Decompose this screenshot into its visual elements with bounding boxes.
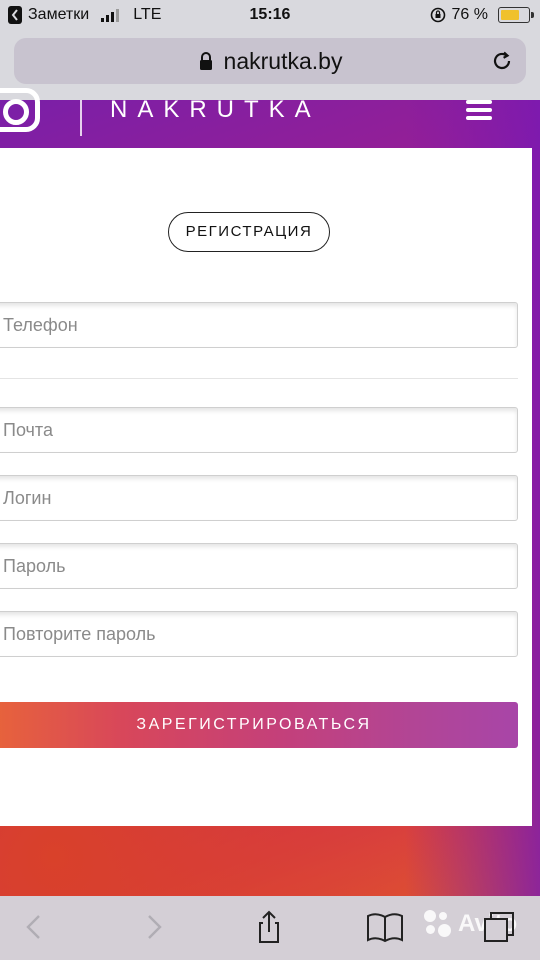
login-field[interactable] [0, 475, 518, 521]
bookmarks-icon[interactable] [366, 910, 404, 944]
password-repeat-field[interactable] [0, 611, 518, 657]
hamburger-menu-icon[interactable] [466, 100, 492, 120]
instagram-logo-icon[interactable] [0, 88, 40, 132]
share-icon[interactable] [252, 910, 286, 944]
tabs-icon[interactable] [482, 910, 516, 944]
back-arrow-icon[interactable] [18, 910, 52, 944]
url-text: nakrutka.by [223, 47, 343, 74]
header-divider [80, 100, 82, 136]
reload-icon[interactable] [490, 49, 514, 73]
registration-card: РЕГИСТРАЦИЯ ЗАРЕГИСТРИРОВАТЬСЯ [0, 148, 532, 826]
site-header: NAKRUTKA [0, 88, 540, 148]
registration-title: РЕГИСТРАЦИЯ [168, 212, 330, 252]
avito-logo-icon [424, 910, 452, 938]
password-field[interactable] [0, 543, 518, 589]
forward-arrow-icon[interactable] [136, 910, 170, 944]
padlock-icon [199, 52, 212, 70]
email-field[interactable] [0, 407, 518, 453]
battery-percent: 76 % [451, 6, 488, 23]
phone-field[interactable] [0, 302, 518, 348]
register-button[interactable]: ЗАРЕГИСТРИРОВАТЬСЯ [0, 702, 518, 748]
browser-toolbar: Avito [0, 896, 540, 960]
status-bar: Заметки LTE 15:16 76 % [0, 0, 540, 32]
divider [0, 378, 518, 379]
address-bar[interactable]: nakrutka.by [14, 38, 526, 84]
site-brand[interactable]: NAKRUTKA [110, 96, 321, 124]
rotation-lock-icon [430, 7, 445, 23]
browser-chrome: nakrutka.by [0, 32, 540, 100]
battery-icon [498, 7, 534, 23]
